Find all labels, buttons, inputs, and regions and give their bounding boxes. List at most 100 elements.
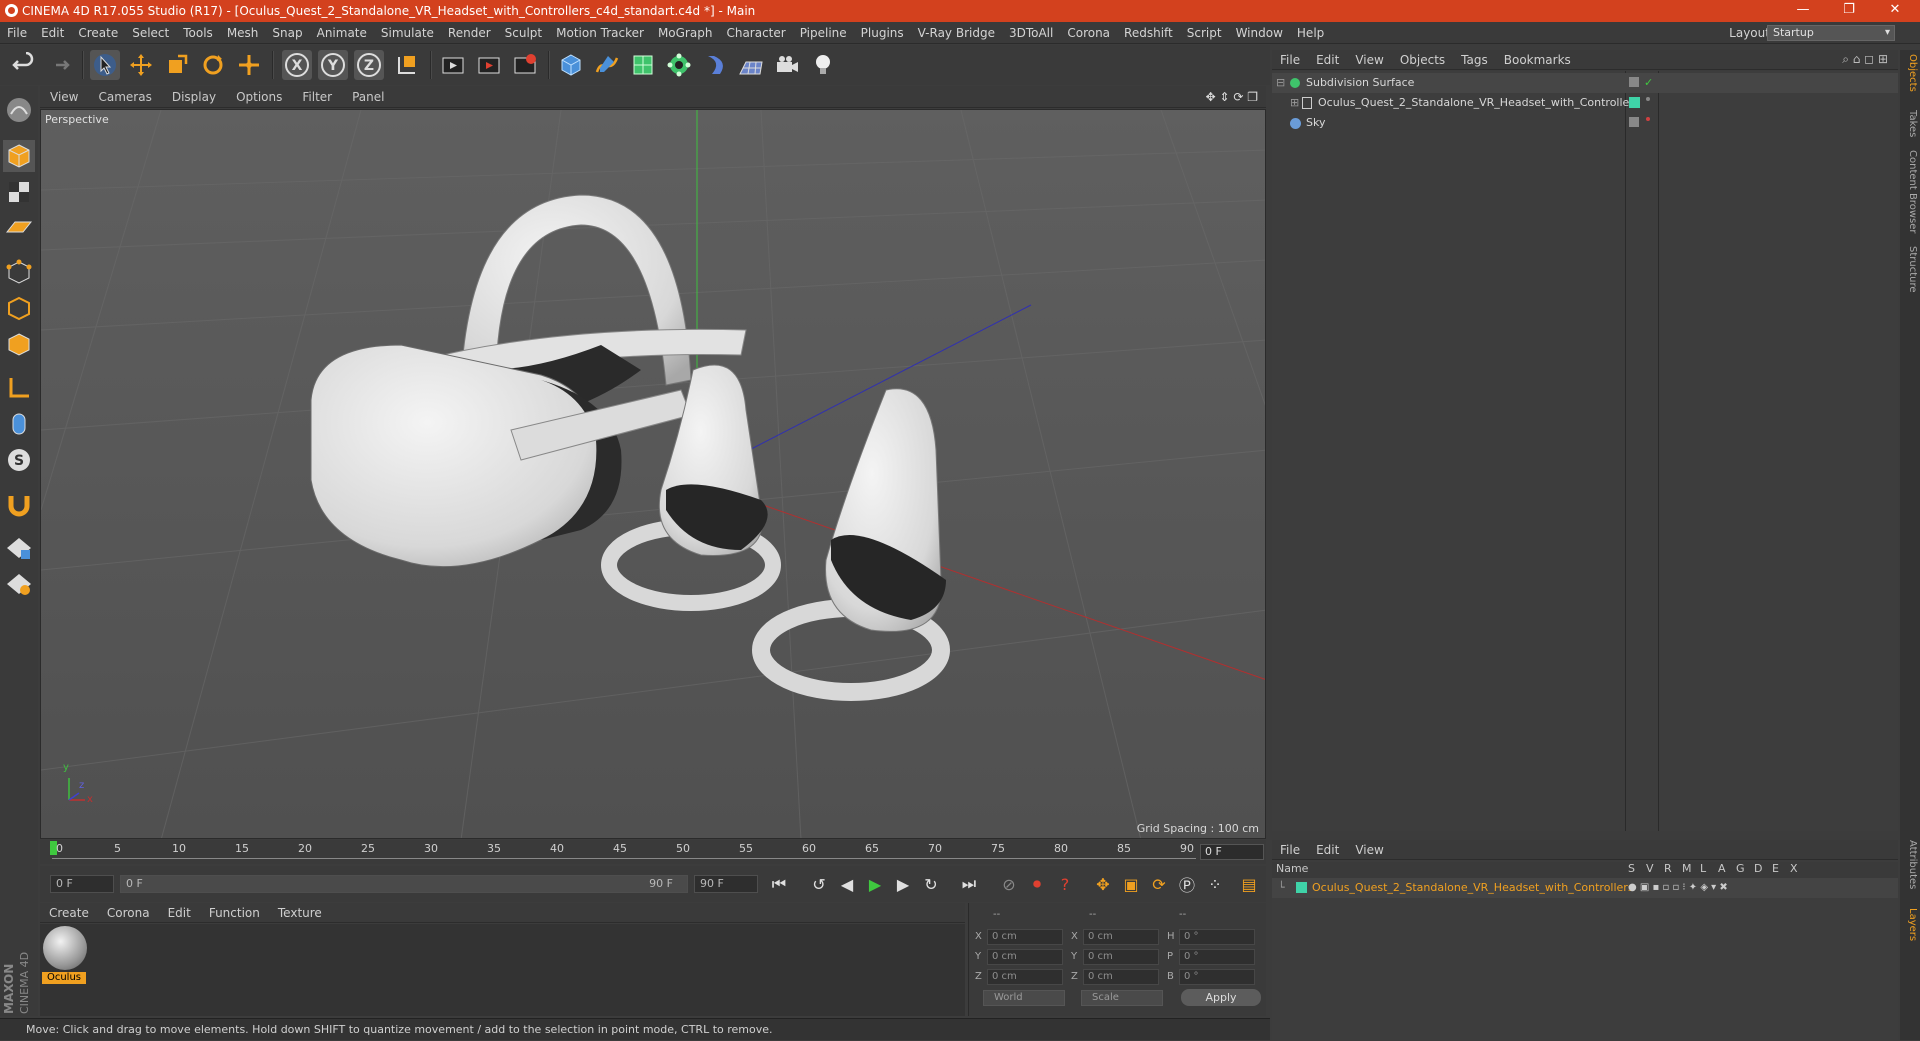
- menu-simulate[interactable]: Simulate: [374, 22, 441, 44]
- snapping-icon[interactable]: [3, 488, 35, 520]
- object-menu-bookmarks[interactable]: Bookmarks: [1496, 50, 1579, 70]
- size-mode-select[interactable]: Scale: [1081, 990, 1163, 1006]
- position-key-icon[interactable]: ✥: [1090, 871, 1116, 897]
- visibility-toggle-icon[interactable]: [1629, 117, 1639, 127]
- layer-color-swatch[interactable]: [1629, 97, 1640, 108]
- spline-pen-icon[interactable]: [592, 50, 622, 80]
- rotation-b-field[interactable]: 0 °: [1179, 969, 1255, 985]
- viewport-menu-cameras[interactable]: Cameras: [88, 86, 161, 108]
- restore-button[interactable]: ❐: [1826, 0, 1872, 22]
- object-menu-view[interactable]: View: [1347, 50, 1391, 70]
- camera-icon[interactable]: [772, 50, 802, 80]
- rotate-tool-icon[interactable]: [198, 50, 228, 80]
- viewport-menu-options[interactable]: Options: [226, 86, 292, 108]
- object-row-oculus[interactable]: ⊞ Oculus_Quest_2_Standalone_VR_Headset_w…: [1272, 93, 1898, 113]
- move-tool-icon[interactable]: [126, 50, 156, 80]
- go-to-start-icon[interactable]: ⏮: [766, 871, 792, 897]
- viewport-camera-label[interactable]: Perspective: [45, 113, 109, 126]
- menu-3dtoall[interactable]: 3DToAll: [1002, 22, 1060, 44]
- model-mode-icon[interactable]: [3, 140, 35, 172]
- layer-flag-icons[interactable]: ● ▣ ▪ ▫ ▫ ⁝ ✦ ◈ ▾ ✖: [1628, 878, 1728, 898]
- tab-objects[interactable]: Objects: [1902, 54, 1918, 92]
- current-frame-field[interactable]: 0 F: [1200, 844, 1264, 860]
- end-frame-field[interactable]: 90 F: [694, 875, 758, 893]
- menu-tools[interactable]: Tools: [176, 22, 220, 44]
- play-forward-icon[interactable]: ▶: [862, 871, 888, 897]
- enable-axis-lock-icon[interactable]: [3, 532, 35, 564]
- visibility-toggle-icon[interactable]: [1629, 77, 1639, 87]
- menu-file[interactable]: File: [0, 22, 34, 44]
- viewport-menu-display[interactable]: Display: [162, 86, 226, 108]
- layer-flag-generators[interactable]: G: [1736, 862, 1745, 875]
- material-menu-texture[interactable]: Texture: [269, 903, 331, 923]
- render-dot[interactable]: [1646, 117, 1650, 121]
- menu-plugins[interactable]: Plugins: [854, 22, 911, 44]
- menu-vray-bridge[interactable]: V-Ray Bridge: [911, 22, 1002, 44]
- minimize-button[interactable]: —: [1780, 0, 1826, 22]
- coordinate-system-icon[interactable]: [392, 50, 422, 80]
- layer-flag-animation[interactable]: A: [1718, 862, 1726, 875]
- layer-flag-expressions[interactable]: E: [1772, 862, 1779, 875]
- menu-motion-tracker[interactable]: Motion Tracker: [549, 22, 651, 44]
- layer-flag-xref[interactable]: X: [1790, 862, 1798, 875]
- z-axis-lock-icon[interactable]: Z: [354, 50, 384, 80]
- frame-range-slider[interactable]: 0 F 90 F: [120, 875, 688, 893]
- close-button[interactable]: ✕: [1872, 0, 1918, 22]
- menu-edit[interactable]: Edit: [34, 22, 71, 44]
- size-x-field[interactable]: 0 cm: [1083, 929, 1159, 945]
- tab-attributes[interactable]: Attributes: [1902, 840, 1918, 889]
- scale-key-icon[interactable]: ▣: [1118, 871, 1144, 897]
- menu-sculpt[interactable]: Sculpt: [498, 22, 549, 44]
- menu-corona[interactable]: Corona: [1060, 22, 1117, 44]
- layout-select[interactable]: Startup: [1767, 25, 1895, 41]
- material-menu-corona[interactable]: Corona: [98, 903, 159, 923]
- tab-layers[interactable]: Layers: [1902, 908, 1918, 941]
- position-y-field[interactable]: 0 cm: [987, 949, 1063, 965]
- x-axis-lock-icon[interactable]: X: [282, 50, 312, 80]
- timeline-window-icon[interactable]: ▤: [1236, 871, 1262, 897]
- size-z-field[interactable]: 0 cm: [1083, 969, 1159, 985]
- object-row-subdivision[interactable]: ⊟ Subdivision Surface ✓: [1272, 73, 1898, 93]
- material-menu-create[interactable]: Create: [40, 903, 98, 923]
- tab-structure[interactable]: Structure: [1902, 246, 1918, 293]
- make-editable-icon[interactable]: [3, 94, 35, 126]
- material-menu-function[interactable]: Function: [200, 903, 269, 923]
- timeline-ruler[interactable]: 0 5 10 15 20 25 30 35 40 45 50 55 60 65 …: [40, 840, 1266, 864]
- polygons-mode-icon[interactable]: [3, 328, 35, 360]
- layer-flag-locked[interactable]: L: [1700, 862, 1706, 875]
- menu-window[interactable]: Window: [1229, 22, 1290, 44]
- object-menu-tags[interactable]: Tags: [1453, 50, 1496, 70]
- cloner-icon[interactable]: [664, 50, 694, 80]
- menu-pipeline[interactable]: Pipeline: [793, 22, 854, 44]
- menu-mograph[interactable]: MoGraph: [651, 22, 720, 44]
- cube-object-icon[interactable]: [556, 50, 586, 80]
- viewport-navigation-icons[interactable]: ✥ ⇕ ⟳ ❐: [1206, 90, 1258, 104]
- select-tool-icon[interactable]: [90, 50, 120, 80]
- menu-create[interactable]: Create: [71, 22, 125, 44]
- layer-color-swatch[interactable]: [1296, 882, 1307, 893]
- undo-button[interactable]: [8, 50, 38, 80]
- object-menu-edit[interactable]: Edit: [1308, 50, 1347, 70]
- next-frame-icon[interactable]: ▶: [890, 871, 916, 897]
- light-icon[interactable]: [808, 50, 838, 80]
- menu-script[interactable]: Script: [1180, 22, 1229, 44]
- apply-button[interactable]: Apply: [1181, 989, 1261, 1006]
- viewport-menu-view[interactable]: View: [40, 86, 88, 108]
- render-settings-icon[interactable]: [510, 50, 540, 80]
- viewport-menu-panel[interactable]: Panel: [342, 86, 394, 108]
- layer-menu-file[interactable]: File: [1272, 840, 1308, 860]
- solo-mode-icon[interactable]: S: [3, 444, 35, 476]
- axis-mode-icon[interactable]: [3, 372, 35, 404]
- object-manager-search-home-icons[interactable]: ⌕ ⌂ ◻ ⊞: [1842, 52, 1888, 67]
- 3d-viewport[interactable]: Perspective y x z Grid Spacing : 100 cm: [40, 109, 1266, 839]
- live-selection-icon[interactable]: [234, 50, 264, 80]
- floor-icon[interactable]: [736, 50, 766, 80]
- workplane-icon[interactable]: [3, 212, 35, 244]
- object-menu-file[interactable]: File: [1272, 50, 1308, 70]
- points-mode-icon[interactable]: [3, 256, 35, 288]
- rotation-key-icon[interactable]: ⟳: [1146, 871, 1172, 897]
- menu-snap[interactable]: Snap: [265, 22, 309, 44]
- tab-takes[interactable]: Takes: [1902, 110, 1918, 137]
- rotation-p-field[interactable]: 0 °: [1179, 949, 1255, 965]
- parameter-key-icon[interactable]: Ⓟ: [1174, 871, 1200, 897]
